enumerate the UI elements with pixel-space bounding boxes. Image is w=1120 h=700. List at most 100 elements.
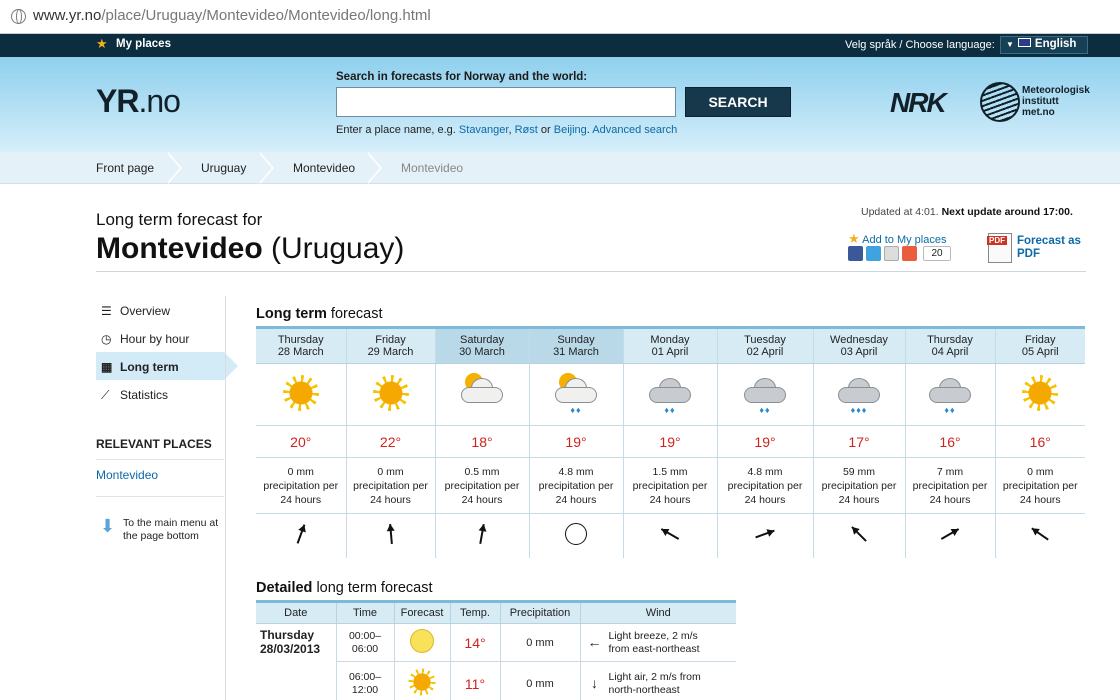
hint-prefix: Enter a place name, e.g. xyxy=(336,124,456,136)
temp-cell: 19° xyxy=(622,425,717,458)
detailed-table: Date Time Forecast Temp. Precipitation W… xyxy=(256,600,736,700)
example-beijing-link[interactable]: Beijing xyxy=(554,124,587,136)
yr-logo[interactable]: YR.no xyxy=(96,83,181,120)
add-to-my-places-link[interactable]: ★ Add to My places xyxy=(848,231,946,247)
language-select[interactable]: ▼ English xyxy=(1000,36,1088,54)
met-logo[interactable]: Meteorologisk institutt met.no xyxy=(980,82,1090,126)
wind-cell xyxy=(434,513,529,558)
search-input[interactable] xyxy=(336,87,676,117)
day-cell[interactable]: Saturday 30 March xyxy=(434,327,529,364)
breadcrumb-front-page[interactable]: Front page xyxy=(96,161,154,175)
to-main-line2: the page bottom xyxy=(123,530,199,542)
sidebar-item-long-term[interactable]: ▦ Long term xyxy=(96,352,238,380)
breadcrumb-uruguay[interactable]: Uruguay xyxy=(201,161,246,175)
precip-period: 24 hours xyxy=(1019,493,1061,506)
temp-cell: 14° xyxy=(449,623,500,662)
rain-cloud-icon: ♦♦ xyxy=(927,373,973,415)
sidebar-divider xyxy=(225,296,226,700)
heading-rest: long term forecast xyxy=(316,580,433,596)
day-cell[interactable]: Tuesday 02 April xyxy=(716,327,813,364)
icon-cell xyxy=(434,363,529,426)
met-line3: met.no xyxy=(1022,107,1055,118)
pdf-icon[interactable] xyxy=(987,233,1012,263)
precip-label: precipitation per xyxy=(1002,479,1078,492)
star-icon: ★ xyxy=(848,231,860,246)
precip-cell: 0 mm precipitation per 24 hours xyxy=(256,457,346,514)
rain-cloud-icon: ♦♦ xyxy=(742,373,788,415)
long-term-table: Thursday 28 March Friday 29 March Saturday 30… xyxy=(256,326,1085,558)
chart-icon: ⟋ xyxy=(101,388,110,402)
heading-bold: Long term xyxy=(256,306,327,322)
example-rost-link[interactable]: Røst xyxy=(515,124,538,136)
day-name: Thursday xyxy=(277,334,324,346)
time-end: 12:00 xyxy=(351,683,379,696)
col-wind: Wind xyxy=(579,601,736,624)
precip-amount: 4.8 mm xyxy=(558,465,594,478)
day-name: Friday xyxy=(375,334,406,346)
nrk-logo[interactable]: NRK xyxy=(890,87,947,119)
breadcrumb-separator xyxy=(166,152,182,184)
met-logo-text: Meteorologisk institutt met.no xyxy=(1022,85,1090,118)
sidebar-item-hour-by-hour[interactable]: ◷ Hour by hour xyxy=(96,324,224,352)
forecast-pdf-link[interactable]: Forecast as PDF xyxy=(1017,235,1081,261)
detailed-heading: Detailed long term forecast xyxy=(256,580,433,596)
day-name: Saturday xyxy=(459,334,505,346)
day-cell[interactable]: Wednesday 03 April xyxy=(812,327,905,364)
url-text[interactable]: www.yr.no/place/Uruguay/Montevideo/Monte… xyxy=(33,7,431,24)
long-term-heading: Long term forecast xyxy=(256,306,383,322)
wind-cell xyxy=(622,513,717,558)
precip-amount: 0 mm xyxy=(377,465,404,478)
breadcrumb: Front page Uruguay Montevideo Montevideo xyxy=(0,152,1120,184)
example-stavanger-link[interactable]: Stavanger xyxy=(459,124,509,136)
address-bar[interactable]: www.yr.no/place/Uruguay/Montevideo/Monte… xyxy=(0,0,1120,34)
wind-arrow-icon: ↓ xyxy=(591,675,598,691)
precip-amount: 0.5 mm xyxy=(464,465,500,478)
share-count: 20 xyxy=(923,246,951,261)
calm-wind-icon xyxy=(565,523,587,546)
precip-period: 24 hours xyxy=(461,493,503,506)
facebook-icon[interactable] xyxy=(848,246,863,261)
url-path: /place/Uruguay/Montevideo/Montevideo/lon… xyxy=(101,7,431,24)
search-button[interactable]: SEARCH xyxy=(685,87,791,117)
site-header: YR.no Search in forecasts for Norway and… xyxy=(0,57,1120,152)
add-my-places-label: Add to My places xyxy=(862,234,947,246)
day-cell[interactable]: Monday 01 April xyxy=(622,327,717,364)
day-cell[interactable]: Friday 05 April xyxy=(994,327,1085,364)
sun-icon xyxy=(1020,373,1060,413)
heading-bold: Detailed xyxy=(256,580,313,596)
precip-amount: 1.5 mm xyxy=(652,465,688,478)
relevant-place-montevideo-link[interactable]: Montevideo xyxy=(96,468,158,482)
day-date: 28 March xyxy=(277,346,324,358)
twitter-icon[interactable] xyxy=(866,246,881,261)
sidebar-item-label: Statistics xyxy=(120,388,169,402)
page-title: Montevideo (Uruguay) xyxy=(96,232,404,266)
day-name: Thursday xyxy=(927,334,973,346)
sidebar-item-label: Hour by hour xyxy=(120,332,190,346)
sidebar-item-statistics[interactable]: ⟋ Statistics xyxy=(96,380,224,408)
sidebar-item-overview[interactable]: ☰ Overview xyxy=(96,296,224,324)
sidebar-item-label: Long term xyxy=(120,360,179,374)
my-places-link[interactable]: My places xyxy=(116,38,171,50)
time-start: 06:00– xyxy=(348,670,382,683)
sidebar-item-label: Overview xyxy=(120,304,171,318)
day-cell[interactable]: Sunday 31 March xyxy=(528,327,623,364)
precip-cell: 0 mm xyxy=(499,661,580,700)
addthis-plus-icon[interactable] xyxy=(902,246,917,261)
icon-cell: ♦♦ xyxy=(904,363,995,426)
email-icon[interactable] xyxy=(884,246,899,261)
sun-icon xyxy=(281,373,321,413)
pale-sun-icon xyxy=(410,629,434,653)
uk-flag-icon xyxy=(1017,38,1031,47)
temp-cell: 17° xyxy=(812,425,905,458)
day-name: Wednesday xyxy=(830,334,888,346)
breadcrumb-montevideo[interactable]: Montevideo xyxy=(293,161,355,175)
advanced-search-link[interactable]: Advanced search xyxy=(592,124,677,136)
precip-period: 24 hours xyxy=(649,493,691,506)
to-main-menu-link[interactable]: ⬇ To the main menu at the page bottom xyxy=(100,517,218,543)
temp-cell: 18° xyxy=(434,425,529,458)
day-cell[interactable]: Thursday 28 March xyxy=(256,327,346,364)
day-cell[interactable]: Thursday 04 April xyxy=(904,327,995,364)
wind-from: north-northeast xyxy=(608,683,680,696)
day-cell[interactable]: Friday 29 March xyxy=(345,327,435,364)
search-label: Search in forecasts for Norway and the w… xyxy=(336,71,588,83)
